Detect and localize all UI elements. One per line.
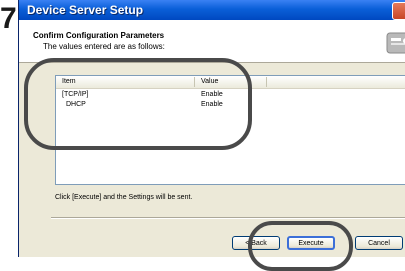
divider [51, 217, 405, 219]
table-row[interactable]: [TCP/IP] Enable [56, 90, 405, 100]
header-subtitle: The values entered are as follows: [43, 42, 165, 51]
row-value: Enable [201, 101, 223, 108]
column-header-item[interactable]: Item [62, 76, 76, 88]
list-header: Item Value [56, 76, 405, 89]
setup-wizard-icon [386, 32, 405, 54]
title-bar[interactable]: Device Server Setup [19, 0, 405, 20]
column-divider[interactable] [194, 77, 195, 87]
window-title: Device Server Setup [27, 3, 144, 17]
row-item: DHCP [66, 101, 86, 108]
cancel-button[interactable]: Cancel [355, 236, 403, 250]
instruction-text: Click [Execute] and the Settings will be… [55, 194, 193, 201]
header-title: Confirm Configuration Parameters [33, 31, 165, 40]
back-button[interactable]: < Back [232, 236, 280, 250]
execute-button[interactable]: Execute [287, 236, 335, 250]
column-header-value[interactable]: Value [201, 76, 218, 88]
row-value: Enable [201, 91, 223, 98]
step-number: 7 [0, 2, 17, 35]
table-row[interactable]: DHCP Enable [56, 100, 405, 110]
setup-dialog: Device Server Setup Confirm Configuratio… [18, 0, 405, 257]
column-divider[interactable] [266, 77, 267, 87]
parameters-list[interactable]: Item Value [TCP/IP] Enable DHCP Enable [55, 75, 405, 185]
wizard-header: Confirm Configuration Parameters The val… [19, 20, 405, 63]
row-item: [TCP/IP] [62, 91, 89, 98]
close-button[interactable] [392, 2, 405, 20]
